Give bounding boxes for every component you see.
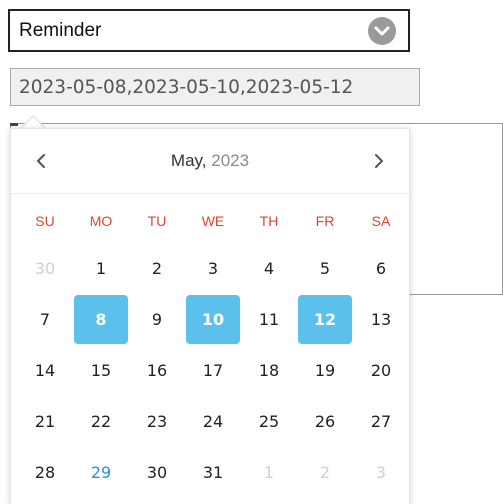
calendar-day-label: 30 [146,463,168,482]
calendar-day[interactable]: 28 [17,447,73,498]
reminder-select[interactable]: Reminder [8,9,410,52]
calendar-day[interactable]: 15 [73,345,129,396]
calendar-day-label: 16 [146,361,168,380]
calendar-day[interactable]: 1 [73,243,129,294]
calendar-day[interactable]: 16 [129,345,185,396]
calendar-day[interactable]: 17 [185,345,241,396]
calendar-day[interactable]: 13 [353,294,409,345]
weekday-header: SU MO TU WE TH FR SA [17,213,409,229]
calendar-day-label: 13 [370,310,392,329]
calendar-day-label: 17 [202,361,224,380]
calendar-month: May, [170,151,207,170]
calendar-day-label: 23 [146,412,168,431]
calendar-day-label: 3 [207,259,219,278]
calendar-title[interactable]: May, 2023 [171,151,249,171]
calendar-day[interactable]: 19 [297,345,353,396]
datepicker-popup: May, 2023 SU MO TU WE TH FR SA 30 1 2 3 4 5 6 7… [10,128,410,504]
calendar-week-row: 7 8 9 10 11 12 13 [17,294,409,345]
calendar-week-row: 21 22 23 24 25 26 27 [17,396,409,447]
chevron-down-circle-icon[interactable] [368,16,396,45]
page: Reminder 2023-05-08,2023-05-10,2023-05-1… [0,0,503,504]
select-value: Reminder [19,19,102,41]
calendar-day-label: 29 [90,463,112,482]
calendar-day[interactable]: 25 [241,396,297,447]
calendar-day[interactable]: 7 [17,294,73,345]
calendar-day-outside-month[interactable]: 3 [353,447,409,498]
calendar-day[interactable]: 4 [241,243,297,294]
calendar-day-label: 12 [298,295,352,344]
calendar-day-label: 2 [319,463,331,482]
calendar-day[interactable]: 2 [129,243,185,294]
calendar-day-label: 15 [90,361,112,380]
calendar-day[interactable]: 9 [129,294,185,345]
calendar-day-outside-month[interactable]: 2 [297,447,353,498]
calendar-day-label: 8 [74,295,128,344]
calendar-day[interactable]: 30 [129,447,185,498]
calendar-day[interactable]: 24 [185,396,241,447]
calendar-day[interactable]: 31 [185,447,241,498]
calendar-day-label: 3 [375,463,387,482]
calendar-day[interactable]: 11 [241,294,297,345]
weekday-label: SA [371,213,391,229]
calendar-day-grid: 30 1 2 3 4 5 6 7 8 9 10 11 12 13 14 15 16 17 18 19 20 21 22 23 2… [17,243,409,498]
calendar-day-label: 4 [263,259,275,278]
chevron-right-icon[interactable] [365,147,393,175]
calendar-day-label: 5 [319,259,331,278]
calendar-day[interactable]: 22 [73,396,129,447]
calendar-day-label: 25 [258,412,280,431]
calendar-day-outside-month[interactable]: 30 [17,243,73,294]
calendar-year: 2023 [211,151,250,170]
calendar-day-label: 27 [370,412,392,431]
calendar-day[interactable]: 27 [353,396,409,447]
weekday-label: TH [259,213,279,229]
calendar-day[interactable]: 5 [297,243,353,294]
calendar-week-row: 30 1 2 3 4 5 6 [17,243,409,294]
calendar-day[interactable]: 23 [129,396,185,447]
calendar-day-label: 6 [375,259,387,278]
calendar-day-label: 21 [34,412,56,431]
calendar-day[interactable]: 6 [353,243,409,294]
calendar-day-selected[interactable]: 8 [73,294,129,345]
calendar-day-label: 22 [90,412,112,431]
calendar-day[interactable]: 20 [353,345,409,396]
weekday-label: SU [35,213,55,229]
calendar-day-selected[interactable]: 10 [185,294,241,345]
calendar-header: May, 2023 [11,129,409,194]
calendar-day[interactable]: 21 [17,396,73,447]
calendar-day-label: 19 [314,361,336,380]
calendar-day-label: 18 [258,361,280,380]
textarea-corner-mark [10,123,18,126]
calendar-day-label: 11 [258,310,280,329]
calendar-day-label: 9 [151,310,163,329]
calendar-day-label: 31 [202,463,224,482]
calendar-day[interactable]: 18 [241,345,297,396]
calendar-day[interactable]: 3 [185,243,241,294]
calendar-day-label: 30 [34,259,56,278]
calendar-day[interactable]: 26 [297,396,353,447]
calendar-day-label: 24 [202,412,224,431]
calendar-day-label: 14 [34,361,56,380]
calendar-day-label: 26 [314,412,336,431]
calendar-day-label: 28 [34,463,56,482]
chevron-left-icon[interactable] [27,147,55,175]
weekday-label: WE [201,213,225,229]
calendar-day-label: 1 [263,463,275,482]
calendar-day-label: 2 [151,259,163,278]
calendar-day-label: 1 [95,259,107,278]
calendar-day-selected[interactable]: 12 [297,294,353,345]
date-input[interactable]: 2023-05-08,2023-05-10,2023-05-12 [10,68,420,106]
weekday-label: MO [89,213,113,229]
calendar-week-row: 14 15 16 17 18 19 20 [17,345,409,396]
calendar-day-today[interactable]: 29 [73,447,129,498]
weekday-label: FR [315,213,335,229]
calendar-day-label: 7 [39,310,51,329]
calendar-day-label: 10 [186,295,240,344]
calendar-day[interactable]: 14 [17,345,73,396]
weekday-label: TU [147,213,167,229]
calendar-day-label: 20 [370,361,392,380]
calendar-day-outside-month[interactable]: 1 [241,447,297,498]
calendar-week-row: 28 29 30 31 1 2 3 [17,447,409,498]
